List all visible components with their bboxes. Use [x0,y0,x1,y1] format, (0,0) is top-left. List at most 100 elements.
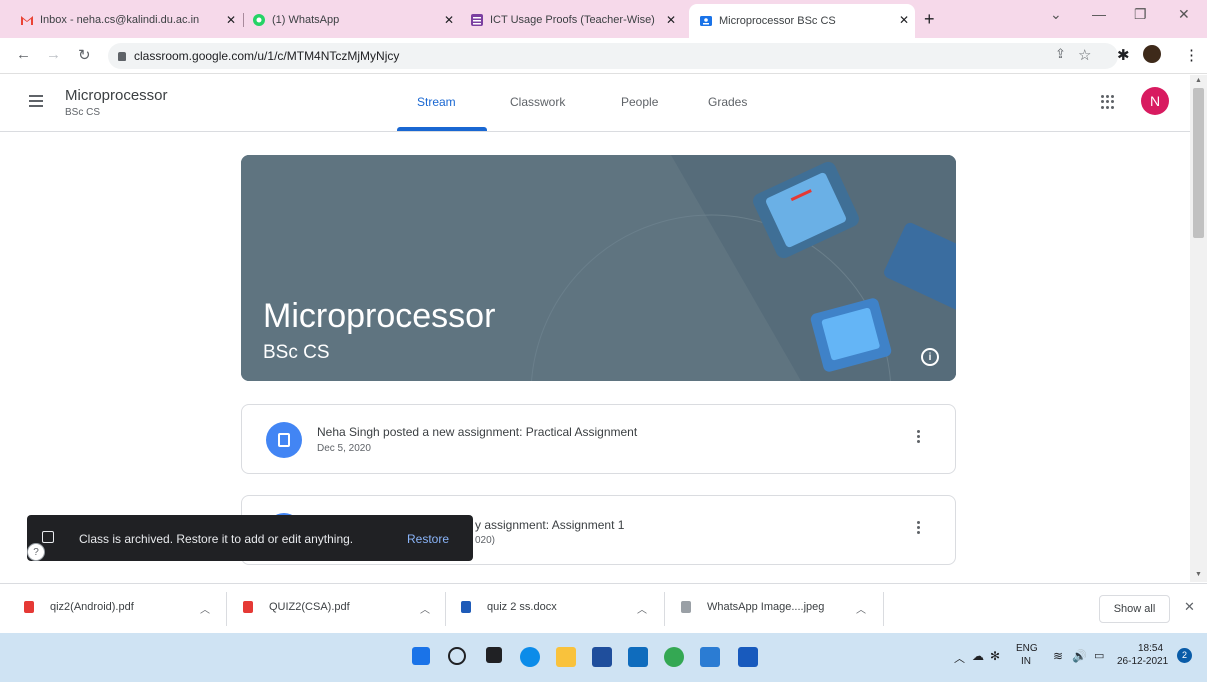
classroom-icon [699,14,713,28]
chevron-up-icon[interactable]: ︿ [420,601,430,616]
word-file-icon [461,601,471,613]
forward-icon[interactable]: → [46,46,61,63]
divider [445,592,446,626]
edge-icon[interactable] [520,647,540,667]
browser-menu-icon[interactable]: ⋮ [1184,46,1199,64]
tab-search-icon[interactable]: ⌄ [1050,6,1062,23]
more-options-icon[interactable] [917,521,921,536]
class-banner: Microprocessor BSc CS i [241,155,956,381]
minimize-icon[interactable]: — [1092,6,1106,22]
file-explorer-icon[interactable] [556,647,576,667]
clock-time[interactable]: 18:54 [1138,643,1163,654]
window-close-icon[interactable]: ✕ [1178,6,1190,23]
divider [883,592,884,626]
clock-date[interactable]: 26-12-2021 [1117,656,1168,667]
download-filename: quiz 2 ss.docx [487,601,557,613]
info-icon[interactable]: i [921,348,939,366]
google-apps-icon[interactable] [1101,95,1115,109]
classroom-header: Microprocessor BSc CS Stream Classwork P… [0,75,1190,132]
tab-label: Microprocessor BSc CS [719,15,836,27]
scroll-down-icon[interactable]: ▼ [1195,571,1202,578]
class-section: BSc CS [65,107,101,118]
tab-divider [243,13,244,27]
tab-whatsapp[interactable]: (1) WhatsApp ✕ [252,6,460,34]
tab-people[interactable]: People [621,95,658,109]
close-icon[interactable]: ✕ [226,13,236,27]
new-tab-icon[interactable]: + [924,9,935,30]
close-icon[interactable]: ✕ [1184,599,1195,615]
pdf-file-icon [243,601,253,613]
browser-tab-strip: Inbox - neha.cs@kalindi.du.ac.in ✕ (1) W… [0,0,1207,38]
post-date: Dec 5, 2020 [317,443,371,454]
windows-taskbar: ︿ ☁ ✻ ENG IN ≋ 🔊 ▭ 18:54 26-12-2021 2 [0,633,1207,682]
tab-ict-usage[interactable]: ICT Usage Proofs (Teacher-Wise) ✕ [470,6,682,34]
profile-avatar-icon[interactable] [1143,45,1161,63]
restore-button[interactable]: Restore [407,532,449,546]
app-tray-icon[interactable]: ✻ [990,649,1000,663]
share-icon[interactable]: ⇪ [1055,46,1066,62]
archive-icon [42,531,54,543]
banner-subtitle: BSc CS [263,342,330,363]
tab-stream[interactable]: Stream [417,95,456,109]
task-view-icon[interactable] [486,647,502,663]
sheets-icon [470,13,484,27]
region-indicator[interactable]: IN [1021,656,1031,667]
stream-post[interactable]: Neha Singh posted a new assignment: Prac… [241,404,956,474]
tab-label: ICT Usage Proofs (Teacher-Wise) [490,14,655,26]
tab-label: Inbox - neha.cs@kalindi.du.ac.in [40,14,200,26]
close-icon[interactable]: ✕ [899,13,909,27]
divider [226,592,227,626]
pdf-file-icon [24,601,34,613]
download-item[interactable]: qiz2(Android).pdf [24,601,134,613]
maximize-icon[interactable]: ❐ [1134,6,1147,23]
banner-title: Microprocessor [263,297,496,335]
chevron-up-icon[interactable]: ︿ [200,601,210,616]
close-icon[interactable]: ✕ [666,13,676,27]
download-item[interactable]: WhatsApp Image....jpeg [681,601,824,613]
avatar[interactable]: N [1141,87,1169,115]
hidden-icons-icon[interactable]: ︿ [954,650,965,666]
main-menu-icon[interactable] [29,95,43,110]
more-options-icon[interactable] [917,430,921,445]
windows-start-icon[interactable] [412,647,430,665]
show-all-button[interactable]: Show all [1099,595,1170,623]
chevron-up-icon[interactable]: ︿ [637,601,647,616]
battery-icon[interactable]: ▭ [1094,649,1104,662]
extensions-icon[interactable]: ✱ [1117,46,1130,64]
scroll-up-icon[interactable]: ▲ [1195,77,1202,84]
store-icon[interactable] [592,647,612,667]
help-icon[interactable]: ? [27,543,45,561]
close-icon[interactable]: ✕ [444,13,454,27]
browser-toolbar: ← → ↻ classroom.google.com/u/1/c/MTM4NTc… [0,38,1207,74]
back-icon[interactable]: ← [16,46,31,63]
snackbar-message: Class is archived. Restore it to add or … [79,532,354,546]
tab-microprocessor[interactable]: Microprocessor BSc CS ✕ [689,4,915,38]
notification-badge[interactable]: 2 [1177,648,1192,663]
download-filename: qiz2(Android).pdf [50,601,134,613]
volume-icon[interactable]: 🔊 [1072,649,1087,663]
download-item[interactable]: QUIZ2(CSA).pdf [243,601,350,613]
address-bar[interactable]: classroom.google.com/u/1/c/MTM4NTczMjMyN… [108,43,1118,69]
banner-illustration [241,155,956,381]
post-title: y assignment: Assignment 1 [475,518,625,532]
scrollbar-thumb[interactable] [1193,88,1204,238]
wifi-icon[interactable]: ≋ [1053,649,1063,663]
onedrive-icon[interactable]: ☁ [972,649,984,663]
search-icon[interactable] [448,647,466,665]
tab-classwork[interactable]: Classwork [510,95,565,109]
bookmark-star-icon[interactable]: ☆ [1078,46,1091,64]
tab-grades[interactable]: Grades [708,95,747,109]
class-title[interactable]: Microprocessor [65,87,168,104]
outlook-icon[interactable] [628,647,648,667]
download-item[interactable]: quiz 2 ss.docx [461,601,557,613]
chevron-up-icon[interactable]: ︿ [856,601,866,616]
word-icon[interactable] [738,647,758,667]
chrome-icon[interactable] [664,647,684,667]
reload-icon[interactable]: ↻ [78,46,91,64]
tab-gmail[interactable]: Inbox - neha.cs@kalindi.du.ac.in ✕ [20,6,242,34]
archived-snackbar: Class is archived. Restore it to add or … [27,515,473,561]
language-indicator[interactable]: ENG [1016,643,1038,654]
whatsapp-icon [252,13,266,27]
tab-label: (1) WhatsApp [272,14,340,26]
photos-icon[interactable] [700,647,720,667]
